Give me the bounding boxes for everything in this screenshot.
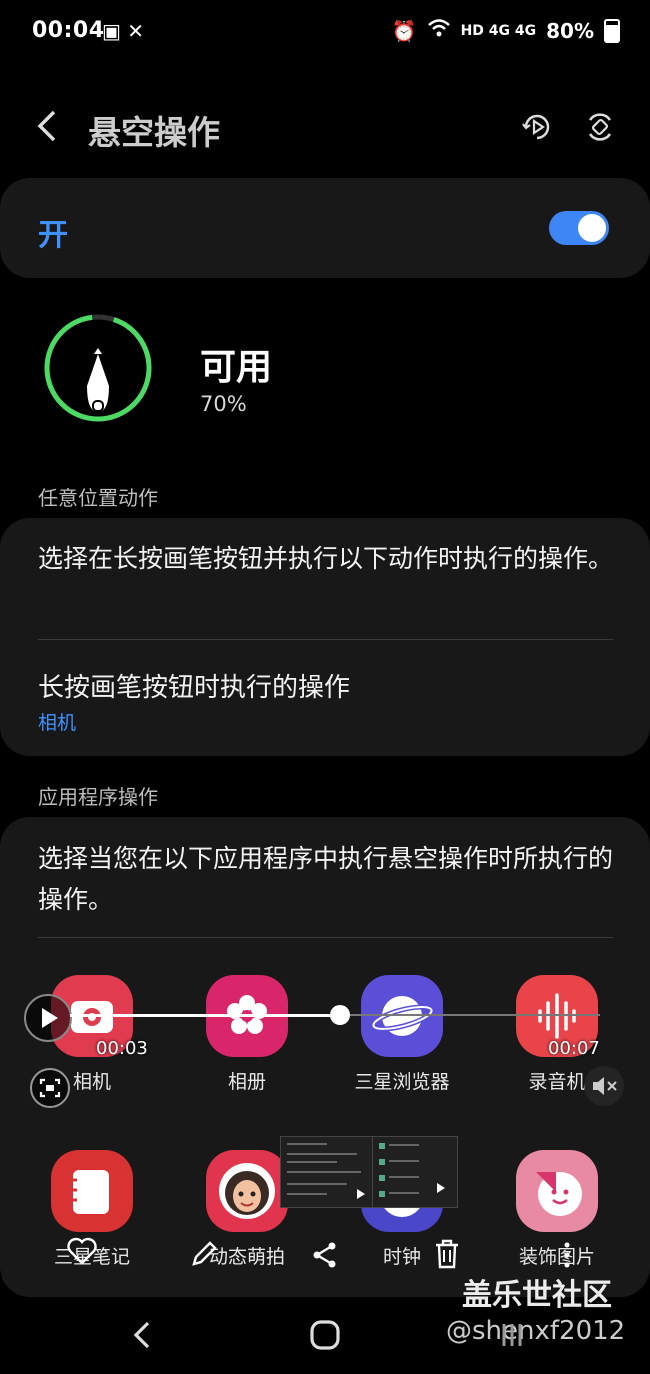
avatar-icon: [206, 1150, 288, 1232]
long-press-action-title: 长按画笔按钮时执行的操作: [38, 673, 351, 703]
wifi-icon: [427, 18, 451, 43]
share-button[interactable]: [310, 1240, 340, 1277]
play-icon: [42, 1008, 58, 1028]
nav-back-icon: [133, 1321, 150, 1349]
alarm-icon: ⏰: [391, 18, 417, 43]
battery-text: 80%: [546, 18, 594, 43]
pen-battery-percent: 70%: [200, 392, 247, 416]
screenshot-button[interactable]: [30, 1068, 70, 1108]
edit-button[interactable]: [188, 1238, 220, 1277]
app-label: 装饰图片: [518, 1246, 595, 1268]
chevron-left-icon: [37, 110, 56, 142]
more-vertical-icon: [564, 1242, 570, 1268]
s-pen-icon: [87, 348, 109, 412]
app-decorations[interactable]: 装饰图片: [507, 1150, 607, 1269]
capture-icon: [39, 1078, 61, 1098]
notification-icons: ▣ ✕: [102, 19, 145, 43]
watermark-title: 盖乐世社区: [462, 1278, 612, 1313]
watermark-handle: @shenxf2012: [446, 1316, 626, 1346]
favorite-button[interactable]: [66, 1236, 98, 1273]
back-button[interactable]: [34, 108, 60, 153]
divider: [38, 937, 613, 938]
app-browser[interactable]: 三星浏览器: [352, 975, 452, 1094]
mute-icon: [593, 1077, 617, 1095]
app-label: 三星浏览器: [354, 1071, 450, 1093]
preview-thumbnail[interactable]: [280, 1136, 374, 1208]
pen-status-label: 可用: [200, 347, 273, 388]
video-seek-track[interactable]: [340, 1014, 600, 1016]
video-seek-handle[interactable]: [330, 1005, 350, 1025]
app-actions-description: 选择当您在以下应用程序中执行悬空操作时所执行的操作。: [38, 844, 614, 914]
video-current-time: 00:03: [96, 1038, 148, 1059]
status-right-group: ⏰ HD 4G 4G 80%: [392, 18, 620, 43]
section-app-actions: 应用程序操作: [38, 785, 158, 809]
long-press-action-value: 相机: [38, 712, 77, 734]
battery-icon: [604, 18, 620, 43]
play-rotate-icon[interactable]: [520, 110, 554, 144]
share-icon: [313, 1242, 336, 1268]
toggle-label: 开: [38, 218, 68, 253]
nav-home-icon: [310, 1320, 340, 1350]
notes-icon: [51, 1150, 133, 1232]
network-label: HD 4G 4G: [460, 22, 537, 39]
video-play-button[interactable]: [24, 994, 72, 1042]
app-gallery[interactable]: 相册: [197, 975, 297, 1094]
status-time: 00:04: [32, 18, 105, 43]
nav-recents-button[interactable]: [500, 1320, 524, 1354]
pencil-icon: [192, 1241, 217, 1266]
nav-recents-icon: [502, 1324, 522, 1346]
trash-icon: [436, 1239, 458, 1269]
preview-thumbnail[interactable]: [372, 1136, 458, 1208]
video-seek-played: [70, 1014, 340, 1017]
auto-rotate-icon[interactable]: [583, 110, 617, 144]
mute-button[interactable]: [584, 1066, 624, 1106]
status-bar: 00:04 ▣ ✕ ⏰ HD 4G 4G 80%: [0, 0, 650, 60]
planet-icon: [361, 975, 443, 1057]
anywhere-actions-description: 选择在长按画笔按钮并执行以下动作时执行的操作。: [38, 544, 614, 573]
sticker-icon: [516, 1150, 598, 1232]
pen-battery-ring: [42, 312, 154, 424]
app-label: 相册: [227, 1071, 266, 1093]
heart-icon: [67, 1237, 97, 1265]
divider: [38, 639, 613, 640]
nav-home-button[interactable]: [308, 1318, 342, 1356]
video-total-time: 00:07: [548, 1038, 600, 1059]
master-switch[interactable]: [549, 211, 609, 245]
switch-knob: [578, 214, 606, 242]
page-title: 悬空操作: [88, 113, 220, 152]
nav-back-button[interactable]: [128, 1318, 156, 1356]
section-anywhere-actions: 任意位置动作: [38, 486, 158, 510]
delete-button[interactable]: [432, 1238, 462, 1277]
